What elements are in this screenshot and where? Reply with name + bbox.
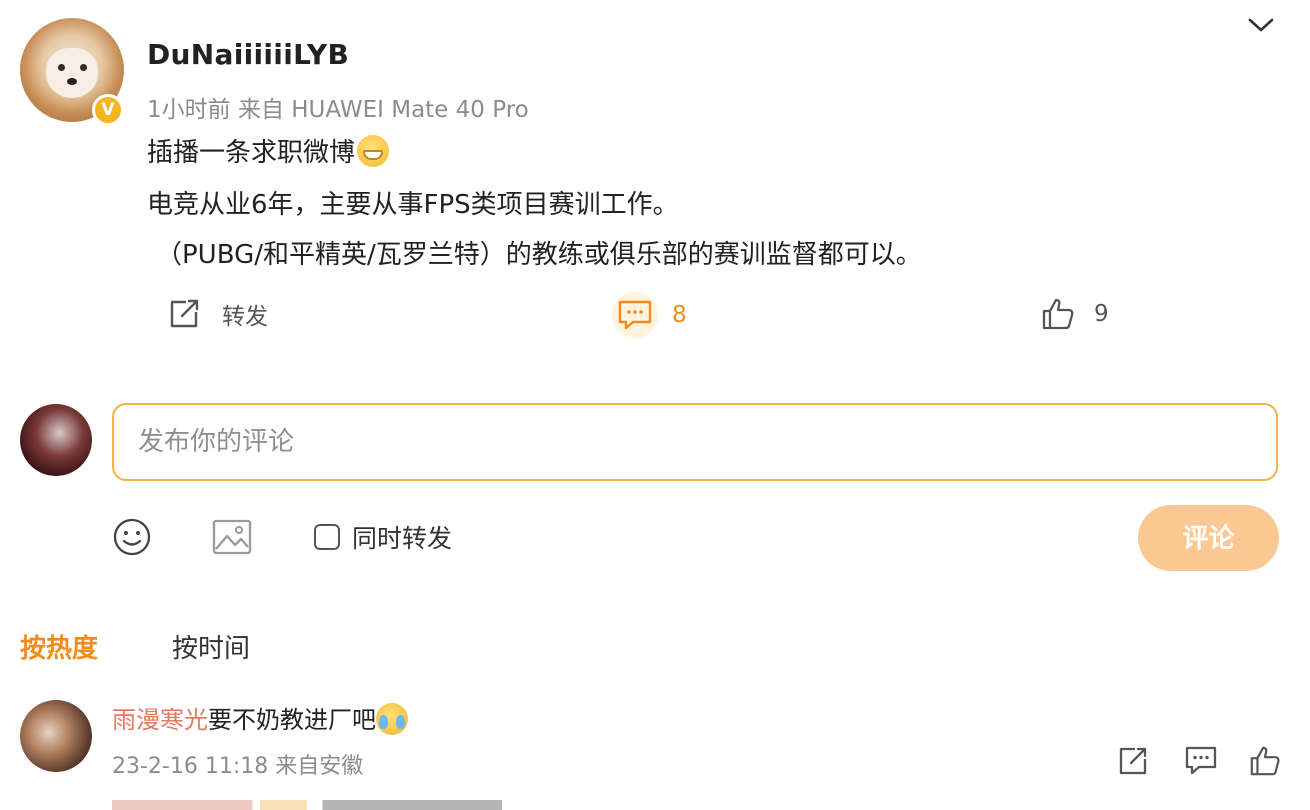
submit-comment-button[interactable]: 评论 bbox=[1138, 505, 1279, 571]
like-icon[interactable] bbox=[1248, 744, 1282, 778]
comment-icon[interactable] bbox=[1184, 744, 1218, 776]
also-repost-toggle[interactable]: 同时转发 bbox=[314, 519, 452, 555]
commenter-username[interactable]: 雨漫寒光 bbox=[112, 706, 208, 734]
comment-text: 雨漫寒光要不奶教进厂吧 bbox=[112, 700, 408, 735]
commenter-avatar[interactable] bbox=[20, 700, 92, 772]
post-text-line-2: 电竞从业6年，主要从事FPS类项目赛训工作。 bbox=[147, 190, 679, 220]
image-icon[interactable] bbox=[212, 518, 252, 556]
avatar-dog-face bbox=[46, 48, 98, 98]
repost-icon bbox=[170, 299, 199, 328]
next-comment-clipped bbox=[112, 800, 502, 810]
avatar-eye bbox=[80, 64, 87, 71]
tab-sort-hot[interactable]: 按热度 bbox=[20, 628, 98, 665]
comment-meta: 23-2-16 11:18 来自安徽 bbox=[112, 754, 364, 779]
repost-icon[interactable] bbox=[1116, 744, 1150, 778]
comment-icon-wrap bbox=[612, 292, 658, 338]
also-repost-checkbox[interactable] bbox=[314, 524, 340, 550]
grin-emoji-icon bbox=[357, 135, 390, 167]
post-meta: 1小时前 来自 HUAWEI Mate 40 Pro bbox=[147, 97, 529, 123]
like-button[interactable]: 9 bbox=[1040, 296, 1109, 332]
tab-sort-time[interactable]: 按时间 bbox=[172, 628, 250, 665]
avatar-nose bbox=[67, 78, 77, 85]
comment-button[interactable]: 8 bbox=[612, 292, 687, 338]
repost-label: 转发 bbox=[222, 304, 268, 330]
cry-laugh-emoji-icon bbox=[376, 703, 408, 735]
like-count: 9 bbox=[1094, 301, 1109, 327]
post-text-line-3: （PUBG/和平精英/瓦罗兰特）的教练或俱乐部的赛训监督都可以。 bbox=[156, 240, 922, 270]
comment-input[interactable] bbox=[112, 403, 1278, 481]
verified-badge-icon: V bbox=[92, 94, 124, 126]
comment-count: 8 bbox=[672, 302, 687, 328]
comment-icon bbox=[618, 300, 652, 330]
like-icon bbox=[1042, 298, 1074, 330]
also-repost-label: 同时转发 bbox=[352, 524, 453, 553]
post-text-line-1: 插播一条求职微博 bbox=[147, 132, 390, 169]
smile-icon[interactable] bbox=[112, 517, 152, 557]
current-user-avatar[interactable] bbox=[20, 404, 92, 476]
avatar-eye bbox=[58, 64, 65, 71]
repost-button[interactable]: 转发 bbox=[166, 296, 268, 332]
comment-body: 要不奶教进厂吧 bbox=[208, 706, 376, 734]
author-username[interactable]: DuNaiiiiiiLYB bbox=[147, 38, 349, 71]
chevron-down-icon[interactable] bbox=[1246, 14, 1276, 36]
post-text: 插播一条求职微博 bbox=[147, 138, 356, 168]
